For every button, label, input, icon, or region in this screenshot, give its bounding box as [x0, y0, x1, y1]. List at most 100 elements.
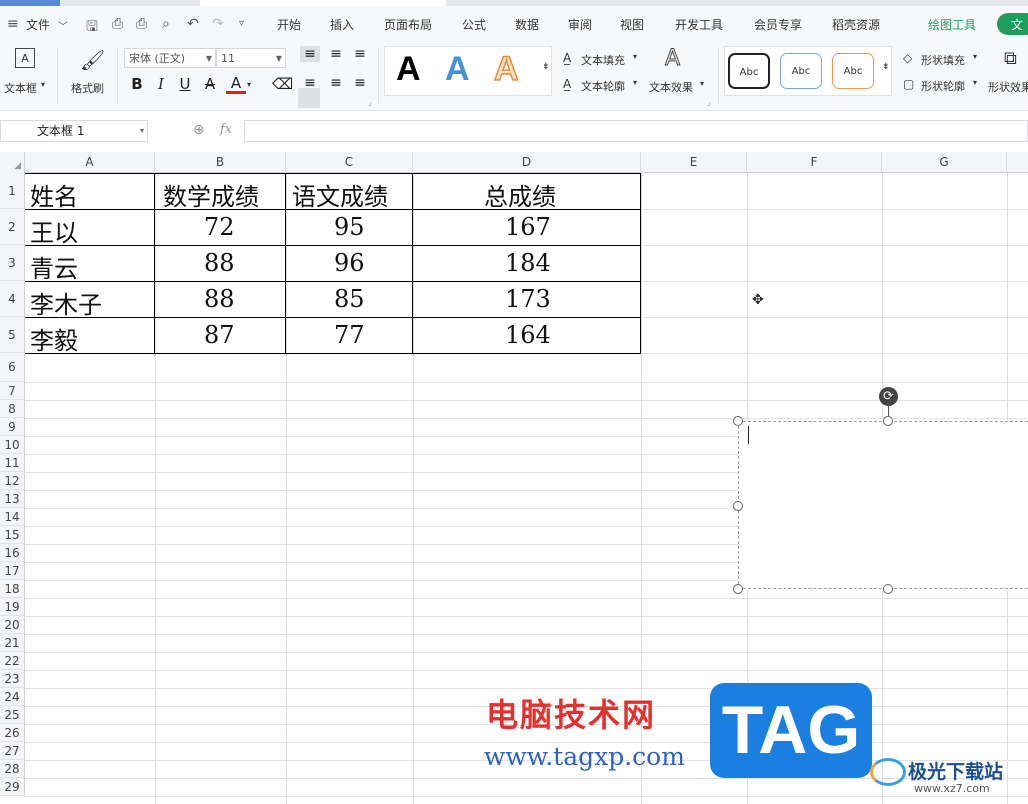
format-painter-icon[interactable]: 🖌 — [80, 48, 105, 72]
column-header-a[interactable]: A — [25, 152, 155, 173]
align-middle-icon[interactable]: ≡ — [326, 46, 346, 62]
align-center-icon[interactable]: ≡ — [326, 75, 346, 91]
table-cell[interactable]: 青云 — [30, 249, 78, 284]
tab-developer[interactable]: 开发工具 — [675, 16, 723, 33]
row-header[interactable]: 6 — [0, 353, 25, 382]
chevron-down-icon[interactable]: ▾ — [140, 121, 144, 141]
tab-review[interactable]: 审阅 — [568, 16, 592, 33]
chevron-down-icon[interactable]: ▾ — [633, 78, 637, 87]
tab-text-tools-pill[interactable]: 文 — [997, 13, 1028, 35]
italic-button[interactable]: I — [151, 75, 171, 93]
align-left-icon[interactable]: ≡ — [300, 75, 320, 91]
shape-style-blue[interactable]: Abc — [780, 53, 822, 89]
table-cell[interactable]: 167 — [505, 213, 551, 241]
row-header[interactable]: 25 — [0, 706, 25, 724]
print-icon[interactable]: ⎙ — [136, 16, 147, 32]
customize-icon[interactable]: ▿ — [239, 18, 244, 29]
chevron-down-icon[interactable]: ▾ — [41, 80, 45, 89]
tab-drawing-tools[interactable]: 绘图工具 — [928, 16, 976, 33]
formula-input[interactable] — [244, 120, 1028, 142]
dialog-launcher-icon[interactable]: ⌟ — [707, 98, 711, 107]
resize-handle-sw[interactable] — [733, 584, 743, 594]
table-cell[interactable]: 173 — [505, 285, 551, 313]
gallery-more-icon[interactable]: ⇟ — [542, 62, 550, 72]
text-style-black[interactable]: A — [396, 50, 421, 89]
fx-button[interactable]: fx — [220, 122, 232, 137]
resize-handle-nw[interactable] — [733, 416, 743, 426]
row-header[interactable]: 22 — [0, 652, 25, 670]
row-header[interactable]: 2 — [0, 209, 25, 245]
chevron-down-icon[interactable]: ▾ — [633, 52, 637, 61]
column-header-c[interactable]: C — [286, 152, 413, 173]
row-header[interactable]: 23 — [0, 670, 25, 688]
row-header[interactable]: 29 — [0, 778, 25, 796]
row-header[interactable]: 19 — [0, 598, 25, 616]
table-cell[interactable]: 88 — [204, 249, 235, 277]
textbox-icon[interactable]: A — [15, 48, 35, 68]
bold-button[interactable]: B — [127, 75, 147, 93]
table-cell[interactable]: 李木子 — [30, 285, 102, 320]
row-header[interactable]: 14 — [0, 508, 25, 526]
row-header[interactable]: 3 — [0, 245, 25, 281]
table-cell[interactable]: 李毅 — [30, 321, 78, 356]
text-effect-icon[interactable]: A — [664, 46, 680, 72]
tab-insert[interactable]: 插入 — [330, 16, 354, 33]
table-header-cell[interactable]: 总成绩 — [484, 177, 556, 212]
shape-style-dark[interactable]: Abc — [728, 53, 770, 89]
chevron-down-icon[interactable]: ▾ — [247, 80, 251, 89]
file-menu[interactable]: 文件 — [26, 16, 50, 33]
column-header-b[interactable]: B — [155, 152, 286, 173]
resize-handle-n[interactable] — [883, 416, 893, 426]
row-header[interactable]: 24 — [0, 688, 25, 706]
shape-outline-button[interactable]: 形状轮廓 — [921, 78, 965, 94]
tab-home[interactable]: 开始 — [277, 16, 301, 33]
column-header-d[interactable]: D — [413, 152, 641, 173]
row-header[interactable]: 9 — [0, 418, 25, 436]
resize-handle-s[interactable] — [883, 584, 893, 594]
row-header[interactable]: 13 — [0, 490, 25, 508]
font-name-select[interactable]: 宋体 (正文) ▼ — [124, 48, 216, 68]
chevron-down-icon[interactable]: ▾ — [700, 79, 704, 88]
row-header[interactable]: 20 — [0, 616, 25, 634]
tab-member[interactable]: 会员专享 — [754, 16, 802, 33]
rotate-handle-icon[interactable]: ⟳ — [879, 387, 898, 406]
text-effect-button[interactable]: 文本效果 — [649, 79, 693, 95]
table-cell[interactable]: 184 — [505, 249, 551, 277]
table-cell[interactable]: 96 — [334, 249, 365, 277]
row-header[interactable]: 8 — [0, 400, 25, 418]
undo-icon[interactable]: ↶ — [187, 16, 199, 32]
table-header-cell[interactable]: 姓名 — [30, 177, 78, 212]
table-cell[interactable]: 85 — [334, 285, 365, 313]
row-header[interactable]: 21 — [0, 634, 25, 652]
table-cell[interactable]: 88 — [204, 285, 235, 313]
tab-docer[interactable]: 稻壳资源 — [832, 16, 880, 33]
row-header[interactable]: 15 — [0, 526, 25, 544]
row-header[interactable]: 26 — [0, 724, 25, 742]
name-box[interactable]: 文本框 1 ▾ — [0, 120, 148, 142]
font-color-button[interactable]: A — [226, 75, 246, 94]
row-header[interactable]: 7 — [0, 382, 25, 400]
table-header-cell[interactable]: 语文成绩 — [292, 177, 388, 212]
save-icon[interactable]: 🖫 — [86, 16, 98, 40]
gallery-more-icon[interactable]: ⇟ — [882, 62, 890, 72]
underline-button[interactable]: U — [175, 75, 195, 93]
column-header-e[interactable]: E — [641, 152, 747, 173]
text-box[interactable] — [738, 421, 1028, 589]
column-header-g[interactable]: G — [882, 152, 1007, 173]
row-header[interactable]: 18 — [0, 580, 25, 598]
tab-view[interactable]: 视图 — [620, 16, 644, 33]
zoom-formula-icon[interactable]: ⊕ — [193, 122, 205, 138]
shape-effect-button[interactable]: 形状效果 — [988, 79, 1028, 95]
tab-page-layout[interactable]: 页面布局 — [384, 16, 432, 33]
dialog-launcher-icon[interactable]: ⌟ — [368, 98, 372, 107]
resize-handle-w[interactable] — [733, 501, 743, 511]
shape-fill-button[interactable]: 形状填充 — [921, 52, 965, 68]
textbox-button[interactable]: 文本框 — [4, 80, 37, 96]
text-fill-icon[interactable]: A̲ — [563, 51, 571, 65]
row-header[interactable]: 11 — [0, 454, 25, 472]
table-cell[interactable]: 87 — [204, 321, 235, 349]
font-size-select[interactable]: 11 ▼ — [216, 48, 286, 68]
table-cell[interactable]: 95 — [334, 213, 365, 241]
text-outline-button[interactable]: 文本轮廓 — [581, 78, 625, 94]
table-cell[interactable]: 164 — [505, 321, 551, 349]
